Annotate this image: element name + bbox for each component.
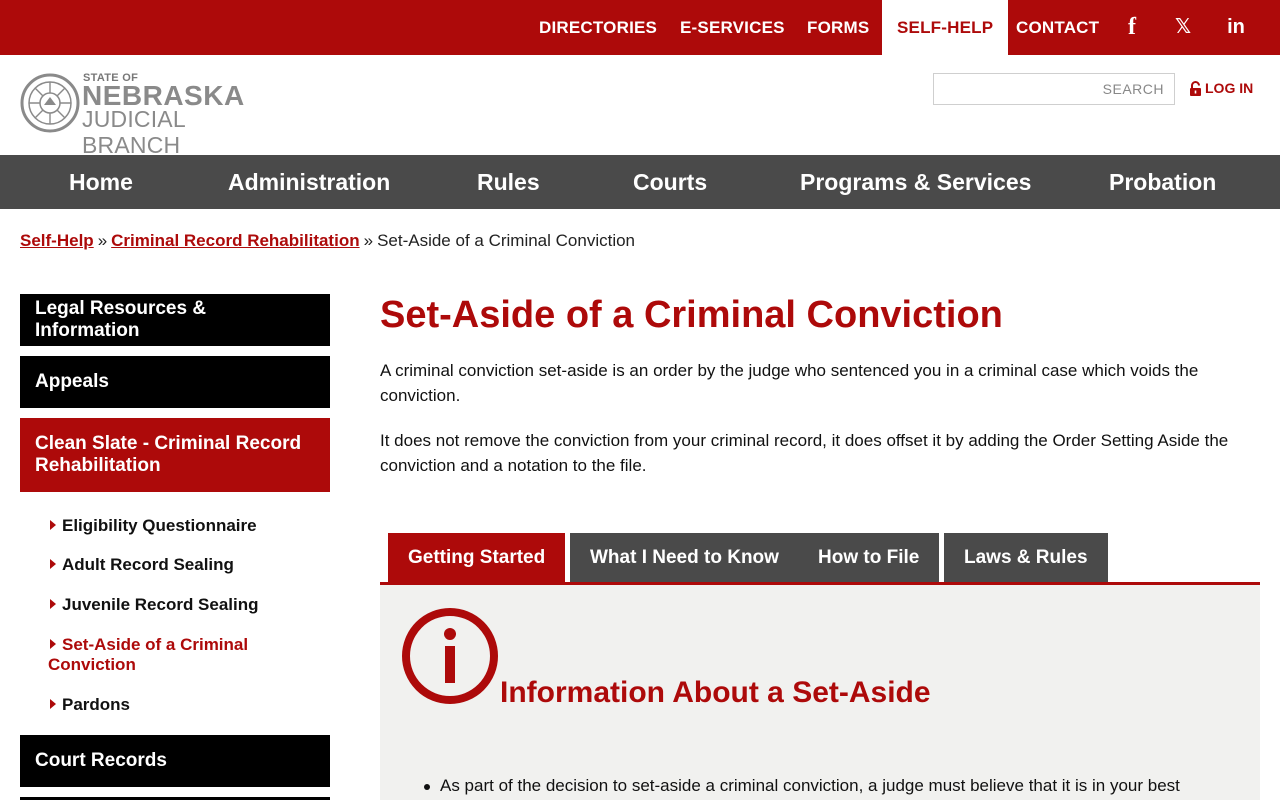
sidebar-court-records[interactable]: Court Records [20, 735, 330, 787]
sidebar-sub-eligibility-questionnaire[interactable]: Eligibility Questionnaire [48, 516, 318, 536]
nav-courts[interactable]: Courts [633, 155, 707, 209]
sidebar-item-label: Clean Slate - Criminal Record Rehabilita… [35, 433, 302, 476]
nav-administration[interactable]: Administration [228, 155, 390, 209]
breadcrumb-criminal-record-rehabilitation[interactable]: Criminal Record Rehabilitation [111, 231, 359, 250]
caret-right-icon [50, 599, 56, 609]
x-twitter-icon[interactable]: 𝕏 [1170, 14, 1196, 40]
lock-icon [1190, 80, 1201, 96]
e-services-link[interactable]: E-SERVICES [680, 0, 785, 55]
sidebar-sub-label: Eligibility Questionnaire [62, 516, 257, 535]
nav-probation[interactable]: Probation [1109, 155, 1216, 209]
login-label: LOG IN [1205, 80, 1254, 96]
sidebar-clean-slate[interactable]: Clean Slate - Criminal Record Rehabilita… [20, 418, 330, 492]
sidebar-sub-label: Pardons [62, 695, 131, 714]
info-icon [402, 608, 498, 704]
sidebar-appeals[interactable]: Appeals [20, 356, 330, 408]
sidebar-sub-label: Adult Record Sealing [62, 555, 234, 574]
tab-getting-started[interactable]: Getting Started [388, 533, 566, 582]
detail-paragraph: It does not remove the conviction from y… [380, 431, 1229, 475]
page-title: Set-Aside of a Criminal Conviction [380, 294, 1003, 336]
logo-judicial-branch-text: JUDICIAL BRANCH [82, 106, 185, 158]
sidebar-sub-set-aside[interactable]: Set-Aside of a Criminal Conviction [48, 635, 258, 675]
breadcrumb-current: Set-Aside of a Criminal Conviction [377, 231, 636, 250]
main-navigation: Home Administration Rules Courts Program… [0, 155, 1280, 209]
sidebar-item-label: Court Records [35, 750, 167, 771]
tab-laws-rules[interactable]: Laws & Rules [944, 533, 1108, 582]
directories-link[interactable]: DIRECTORIES [539, 0, 657, 55]
caret-right-icon [50, 639, 56, 649]
contact-link[interactable]: CONTACT [1016, 0, 1099, 55]
nav-rules[interactable]: Rules [477, 155, 540, 209]
breadcrumb: Self-Help» Criminal Record Rehabilitation… [20, 231, 635, 251]
caret-right-icon [50, 520, 56, 530]
sidebar-sub-adult-record-sealing[interactable]: Adult Record Sealing [48, 555, 318, 575]
state-seal-icon [20, 73, 80, 133]
tab-how-to-file[interactable]: How to File [798, 533, 940, 582]
sidebar-sub-label: Set-Aside of a Criminal Conviction [48, 635, 249, 674]
top-utility-bar: DIRECTORIES E-SERVICES FORMS SELF-HELP C… [0, 0, 1280, 55]
sidebar-sub-label: Juvenile Record Sealing [62, 595, 259, 614]
sidebar-legal-resources[interactable]: Legal Resources & Information [20, 294, 330, 346]
search-input[interactable] [933, 73, 1175, 105]
breadcrumb-separator: » [97, 231, 108, 250]
nav-programs-services[interactable]: Programs & Services [800, 155, 1031, 209]
sidebar-sub-pardons[interactable]: Pardons [48, 695, 318, 715]
forms-link[interactable]: FORMS [807, 0, 869, 55]
sidebar-item-label: Appeals [35, 371, 109, 392]
sidebar-item-label: Legal Resources & Information [35, 298, 207, 341]
facebook-icon[interactable]: f [1119, 14, 1145, 40]
nav-home[interactable]: Home [69, 155, 133, 209]
list-item: As part of the decision to set-aside a c… [424, 776, 1180, 795]
tab-what-i-need-to-know[interactable]: What I Need to Know [570, 533, 799, 582]
caret-right-icon [50, 699, 56, 709]
self-help-link[interactable]: SELF-HELP [882, 0, 1009, 55]
linkedin-icon[interactable]: in [1223, 14, 1249, 40]
intro-paragraph: A criminal conviction set-aside is an or… [380, 361, 1199, 405]
breadcrumb-separator: » [363, 231, 374, 250]
breadcrumb-self-help[interactable]: Self-Help [20, 231, 94, 250]
login-link[interactable]: LOG IN [1189, 78, 1253, 98]
caret-right-icon [50, 559, 56, 569]
site-logo[interactable]: STATE OF NEBRASKA JUDICIAL BRANCH [20, 72, 280, 158]
sidebar-sub-juvenile-record-sealing[interactable]: Juvenile Record Sealing [48, 595, 318, 615]
panel-heading: Information About a Set-Aside [500, 676, 931, 709]
